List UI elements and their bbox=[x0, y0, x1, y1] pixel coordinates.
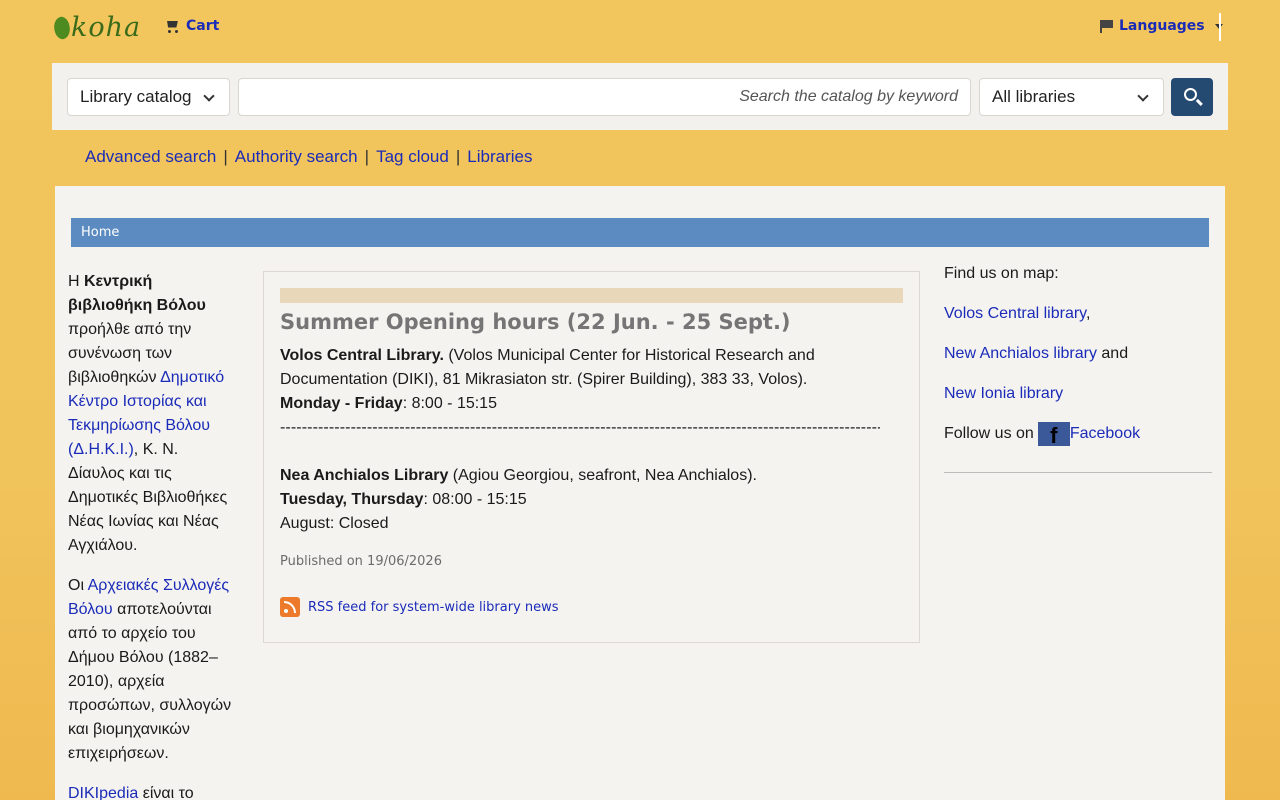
leaf-icon bbox=[50, 14, 74, 42]
news-title: Summer Opening hours (22 Jun. - 25 Sept.… bbox=[280, 310, 791, 334]
cart-icon bbox=[165, 20, 180, 33]
search-bar: Library catalog Search the catalog by ke… bbox=[52, 63, 1228, 130]
search-button[interactable] bbox=[1171, 78, 1213, 116]
news-header-band bbox=[280, 288, 903, 303]
intro-paragraph: Η Κεντρική βιβλιοθήκη Βόλου προήλθε από … bbox=[68, 273, 228, 554]
top-header: koha Cart Languages bbox=[0, 0, 1280, 56]
catalog-select[interactable]: Library catalog bbox=[67, 78, 230, 116]
breadcrumb: Home bbox=[71, 218, 1209, 247]
languages-menu[interactable]: Languages bbox=[1100, 18, 1223, 34]
rss-icon bbox=[280, 597, 300, 617]
news-body: Volos Central Library. (Volos Municipal … bbox=[280, 347, 880, 532]
search-sublinks: Advanced search | Authority search | Tag clo… bbox=[85, 147, 533, 166]
authority-search-link[interactable]: Authority search bbox=[235, 147, 358, 166]
separator-line: ----------------------------------------… bbox=[280, 419, 880, 436]
libraries-select-value: All libraries bbox=[992, 87, 1076, 106]
nea-ionia-map-link[interactable]: New Ionia library bbox=[944, 385, 1063, 402]
logo-text: koha bbox=[71, 12, 142, 43]
nea-anchialos-map-link[interactable]: New Anchialos library bbox=[944, 345, 1097, 362]
search-icon bbox=[1184, 88, 1197, 101]
koha-logo[interactable]: koha bbox=[50, 12, 142, 43]
follow-us: Follow us on f Facebook bbox=[944, 422, 1141, 448]
search-input[interactable]: Search the catalog by keyword bbox=[238, 78, 971, 116]
flag-icon bbox=[1100, 19, 1113, 33]
tag-cloud-link[interactable]: Tag cloud bbox=[376, 147, 449, 166]
cart-label: Cart bbox=[186, 18, 220, 34]
dikipedia-paragraph: DIKIpedia είναι το bbox=[68, 785, 194, 800]
header-divider bbox=[1219, 13, 1221, 41]
right-column: Find us on map: Volos Central library, N… bbox=[944, 262, 1212, 473]
archives-paragraph: Οι Αρχειακές Συλλογές Βόλου αποτελούνται… bbox=[68, 577, 232, 762]
main-content: Home Η Κεντρική βιβλιοθήκη Βόλου προήλθε… bbox=[55, 186, 1225, 800]
libraries-select[interactable]: All libraries bbox=[979, 78, 1164, 116]
advanced-search-link[interactable]: Advanced search bbox=[85, 147, 216, 166]
rss-label: RSS feed for system-wide library news bbox=[308, 599, 559, 615]
facebook-link[interactable]: Facebook bbox=[1070, 422, 1140, 446]
rss-feed-link[interactable]: RSS feed for system-wide library news bbox=[280, 597, 559, 617]
find-us-heading: Find us on map: bbox=[944, 265, 1059, 282]
published-date: Published on 19/06/2026 bbox=[280, 554, 442, 569]
breadcrumb-home-link[interactable]: Home bbox=[81, 225, 119, 240]
news-item: Summer Opening hours (22 Jun. - 25 Sept.… bbox=[263, 271, 920, 643]
divider bbox=[944, 472, 1212, 473]
chevron-down-icon bbox=[1137, 90, 1149, 102]
left-column: Η Κεντρική βιβλιοθήκη Βόλου προήλθε από … bbox=[68, 270, 236, 800]
catalog-select-value: Library catalog bbox=[80, 87, 192, 106]
dikipedia-link[interactable]: DIKIpedia bbox=[68, 785, 138, 800]
cart-button[interactable]: Cart bbox=[165, 18, 219, 34]
languages-label: Languages bbox=[1119, 18, 1205, 34]
libraries-link[interactable]: Libraries bbox=[467, 147, 532, 166]
facebook-icon[interactable]: f bbox=[1037, 422, 1070, 448]
chevron-down-icon bbox=[203, 90, 215, 102]
volos-map-link[interactable]: Volos Central library bbox=[944, 305, 1086, 322]
